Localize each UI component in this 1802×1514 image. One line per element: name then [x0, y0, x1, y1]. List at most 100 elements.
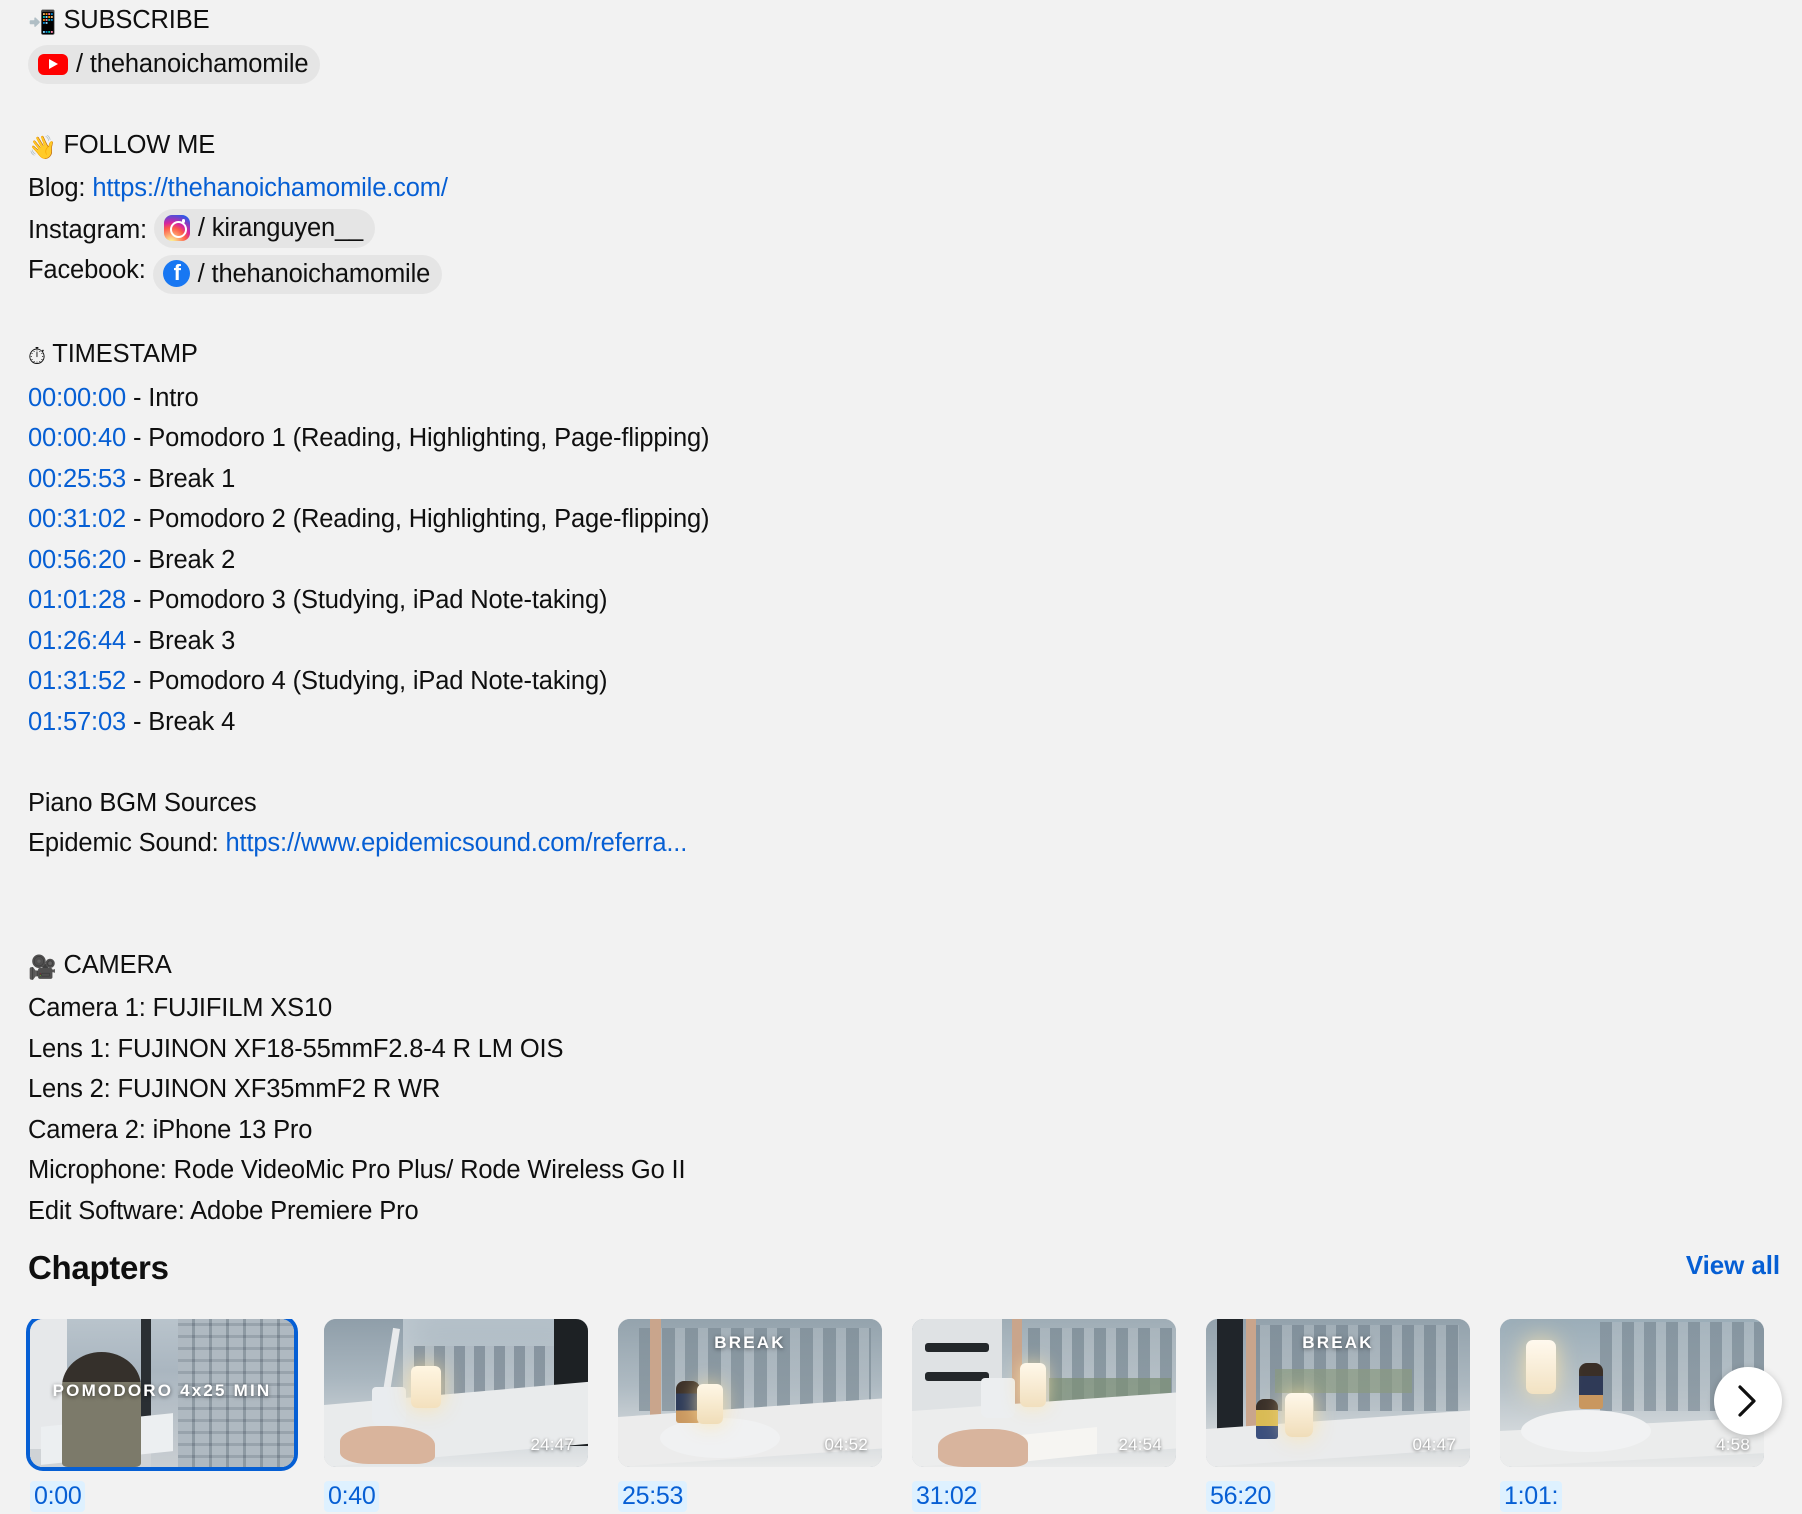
- facebook-link[interactable]: f / thehanoichamomile: [152, 254, 443, 294]
- blog-row: Blog: https://thehanoichamomile.com/: [28, 168, 1668, 209]
- chapter-duration-badge: 04:52: [824, 1435, 868, 1454]
- chapters-header: Chapters View all: [0, 1245, 1802, 1307]
- chapter-thumbnail: 24:54: [912, 1319, 1176, 1467]
- chapter-start-time: 0:00: [30, 1481, 86, 1512]
- chapter-card[interactable]: BREAK 04:47 56:20: [1206, 1319, 1470, 1512]
- chapter-start-time: 31:02: [912, 1481, 982, 1512]
- instagram-row: Instagram: / kiranguyen__: [28, 208, 1668, 251]
- facebook-handle: / thehanoichamomile: [197, 259, 431, 288]
- timestamp-label: - Break 2: [126, 545, 236, 574]
- camera-heading-text: CAMERA: [63, 950, 172, 979]
- chapter-duration-badge: 24:47: [530, 1435, 574, 1454]
- timestamp-label: - Pomodoro 3 (Studying, iPad Note-taking…: [126, 586, 608, 614]
- chapter-thumbnail: 24:47: [324, 1319, 588, 1467]
- timestamp-label: - Pomodoro 1 (Reading, Highlighting, Pag…: [126, 424, 710, 452]
- timestamp-link[interactable]: 00:25:53: [28, 465, 126, 493]
- bgm-source-row: Epidemic Sound: https://www.epidemicsoun…: [28, 823, 1668, 864]
- chapter-overlay-label: BREAK: [714, 1333, 786, 1352]
- timestamp-row: 01:26:44 - Break 3: [28, 621, 1668, 662]
- camera-heading: 🎥 CAMERA: [28, 945, 1668, 989]
- chapter-duration-badge: 4:58: [1716, 1435, 1750, 1454]
- timestamp-link[interactable]: 01:57:03: [28, 708, 126, 736]
- blog-link[interactable]: https://thehanoichamomile.com/: [92, 174, 448, 202]
- mobile-phone-with-arrow-icon: 📲: [28, 10, 57, 36]
- timestamp-row: 00:00:00 - Intro: [28, 378, 1668, 419]
- instagram-label: Instagram:: [28, 215, 147, 244]
- chapter-card[interactable]: 24:54 31:02: [912, 1319, 1176, 1512]
- carousel-next-button[interactable]: [1714, 1367, 1782, 1435]
- timestamp-link[interactable]: 00:00:40: [28, 424, 126, 452]
- chevron-right-icon: [1735, 1384, 1761, 1418]
- chapter-start-time: 1:01:: [1500, 1481, 1563, 1512]
- timestamp-row: 01:31:52 - Pomodoro 4 (Studying, iPad No…: [28, 661, 1668, 702]
- youtube-channel-handle: / thehanoichamomile: [76, 50, 309, 78]
- chapter-thumbnail: POMODORO 4x25 MIN: [26, 1319, 298, 1471]
- instagram-icon: [163, 214, 190, 241]
- chapter-start-time: 25:53: [618, 1481, 688, 1512]
- epidemic-sound-link[interactable]: https://www.epidemicsound.com/referra...: [225, 829, 687, 857]
- timestamp-label: - Intro: [126, 383, 199, 412]
- timestamp-link[interactable]: 01:31:52: [28, 667, 126, 695]
- instagram-handle: / kiranguyen__: [197, 213, 364, 242]
- youtube-icon: [38, 53, 68, 75]
- subscribe-channel-row: / thehanoichamomile: [28, 44, 1668, 84]
- timestamp-heading: ⏱ TIMESTAMP: [28, 334, 1668, 378]
- follow-heading-text: FOLLOW ME: [63, 130, 216, 159]
- chapters-carousel: POMODORO 4x25 MIN 0:00 24:47 0:40 BREAK 04:52…: [0, 1319, 1802, 1514]
- youtube-channel-link[interactable]: / thehanoichamomile: [28, 45, 321, 84]
- subscribe-heading-text: SUBSCRIBE: [63, 6, 210, 34]
- timestamp-label: - Break 3: [126, 626, 236, 655]
- timestamp-link[interactable]: 00:00:00: [28, 384, 126, 412]
- chapter-card[interactable]: BREAK 04:52 25:53: [618, 1319, 882, 1512]
- camera-spec-line: Lens 1: FUJINON XF18-55mmF2.8-4 R LM OIS: [28, 1034, 564, 1063]
- timestamp-row: 01:01:28 - Pomodoro 3 (Studying, iPad No…: [28, 580, 1668, 621]
- chapter-card[interactable]: POMODORO 4x25 MIN 0:00: [26, 1319, 298, 1512]
- camera-spec-line: Camera 1: FUJIFILM XS10: [28, 994, 333, 1022]
- timestamp-row: 00:25:53 - Break 1: [28, 459, 1668, 500]
- waving-hand-icon: 👋: [28, 134, 57, 161]
- blog-label: Blog:: [28, 174, 86, 202]
- timestamp-link[interactable]: 00:56:20: [28, 546, 126, 574]
- chapters-section: Chapters View all POMODORO 4x25 MIN 0:00 2…: [0, 1245, 1802, 1514]
- chapter-card[interactable]: 24:47 0:40: [324, 1319, 588, 1512]
- timestamp-label: - Break 1: [126, 464, 236, 493]
- chapter-overlay-label: BREAK: [1302, 1333, 1374, 1352]
- movie-camera-icon: 🎥: [28, 954, 57, 981]
- subscribe-heading: 📲 SUBSCRIBE: [28, 0, 1668, 44]
- chapter-start-time: 56:20: [1206, 1481, 1276, 1512]
- timestamp-link[interactable]: 01:26:44: [28, 627, 126, 655]
- chapter-overlay-label: POMODORO 4x25 MIN: [52, 1381, 272, 1400]
- timestamp-label: - Pomodoro 4 (Studying, iPad Note-taking…: [126, 667, 608, 695]
- facebook-icon: f: [162, 260, 190, 287]
- chapter-duration-badge: 24:54: [1118, 1435, 1162, 1454]
- chapters-track: POMODORO 4x25 MIN 0:00 24:47 0:40 BREAK 04:52…: [0, 1319, 1802, 1512]
- view-all-chapters-link[interactable]: View all: [1686, 1250, 1780, 1281]
- timestamp-link[interactable]: 01:01:28: [28, 586, 126, 614]
- chapter-thumbnail: BREAK 04:47: [1206, 1319, 1470, 1467]
- timestamp-row: 00:56:20 - Break 2: [28, 540, 1668, 581]
- bgm-heading: Piano BGM Sources: [28, 788, 257, 817]
- follow-heading: 👋 FOLLOW ME: [28, 125, 1668, 169]
- camera-spec-line: Lens 2: FUJINON XF35mmF2 R WR: [28, 1075, 441, 1103]
- instagram-link[interactable]: / kiranguyen__: [153, 208, 376, 248]
- timestamp-row: 00:31:02 - Pomodoro 2 (Reading, Highligh…: [28, 499, 1668, 540]
- timestamp-heading-text: TIMESTAMP: [52, 340, 198, 368]
- chapter-thumbnail: BREAK 04:52: [618, 1319, 882, 1467]
- chapter-duration-badge: 04:47: [1412, 1435, 1456, 1454]
- stopwatch-icon: ⏱: [28, 344, 46, 370]
- facebook-label: Facebook:: [28, 256, 146, 284]
- timestamp-row: 00:00:40 - Pomodoro 1 (Reading, Highligh…: [28, 418, 1668, 459]
- timestamp-link[interactable]: 00:31:02: [28, 505, 126, 533]
- timestamp-label: - Pomodoro 2 (Reading, Highlighting, Pag…: [126, 505, 710, 533]
- facebook-row: Facebook: f / thehanoichamomile: [28, 250, 1668, 294]
- bgm-source-label: Epidemic Sound:: [28, 829, 219, 857]
- timestamp-row: 01:57:03 - Break 4: [28, 702, 1668, 743]
- timestamp-list: 00:00:00 - Intro 00:00:40 - Pomodoro 1 (R…: [28, 378, 1668, 743]
- timestamp-label: - Break 4: [126, 707, 236, 736]
- chapter-start-time: 0:40: [324, 1481, 380, 1512]
